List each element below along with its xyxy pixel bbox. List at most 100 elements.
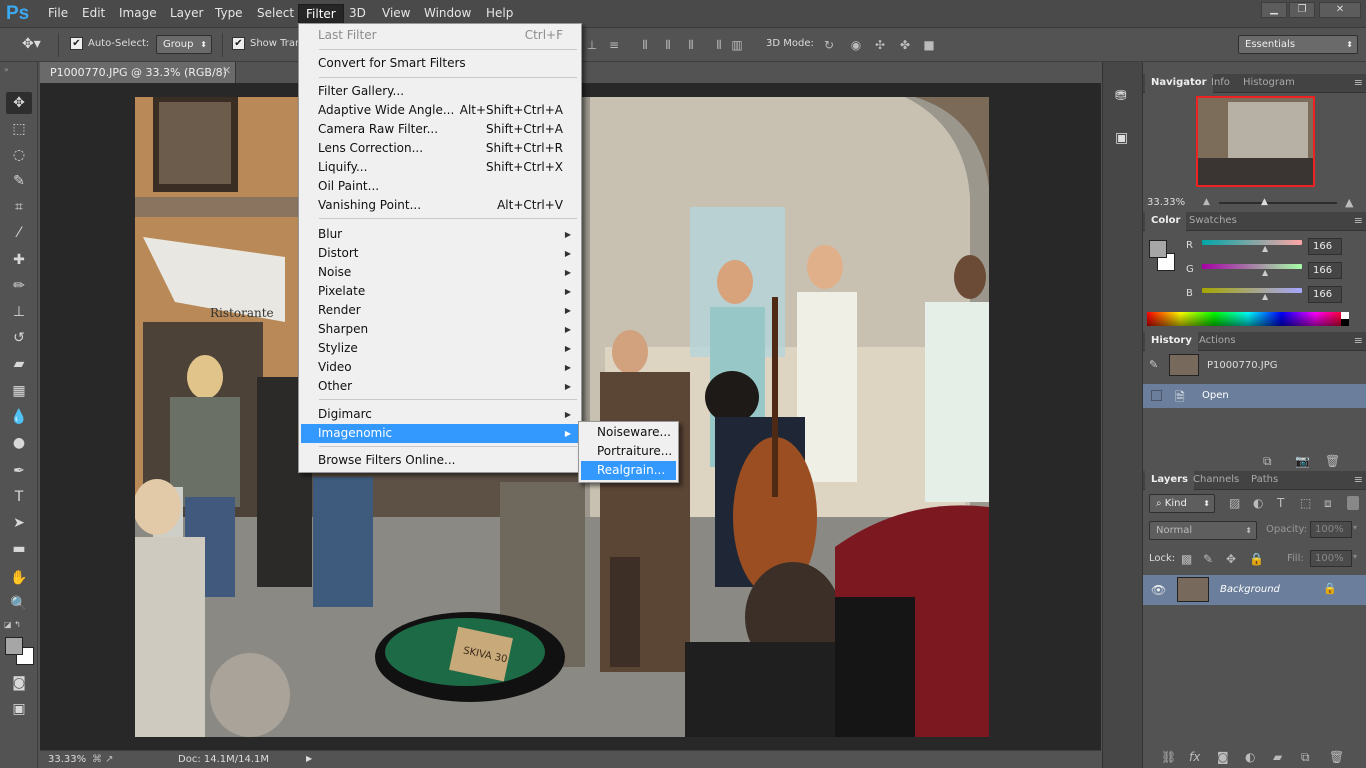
menu-help[interactable]: Help xyxy=(484,6,515,20)
new-snapshot-icon[interactable]: 📷 xyxy=(1295,454,1310,468)
menu-item-imagenomic[interactable]: Imagenomic ▶ xyxy=(301,424,579,443)
tab-history[interactable]: History xyxy=(1145,332,1198,351)
menu-item-digimarc[interactable]: Digimarc ▶ xyxy=(301,405,579,424)
layer-style-icon[interactable]: fx xyxy=(1189,750,1200,764)
menu-window[interactable]: Window xyxy=(422,6,473,20)
move-tool-icon[interactable]: ✥ xyxy=(6,92,32,114)
menu-item-render[interactable]: Render ▶ xyxy=(301,301,579,320)
brush-tool-icon[interactable]: ✏ xyxy=(6,275,32,297)
menu-item-lens-correction[interactable]: Lens Correction... Shift+Ctrl+R xyxy=(301,139,579,158)
menu-item-sharpen[interactable]: Sharpen ▶ xyxy=(301,320,579,339)
history-brush-tool-icon[interactable]: ↺ xyxy=(6,327,32,349)
panel-menu-icon[interactable]: ≡ xyxy=(1354,214,1363,227)
path-selection-tool-icon[interactable]: ➤ xyxy=(6,512,32,534)
menu-item-adaptive-wide-angle[interactable]: Adaptive Wide Angle... Alt+Shift+Ctrl+A xyxy=(301,101,579,120)
crop-tool-icon[interactable]: ⌗ xyxy=(6,196,32,218)
marquee-tool-icon[interactable]: ⬚ xyxy=(6,118,32,140)
3d-panel-icon[interactable]: ⛃ xyxy=(1115,88,1127,104)
menu-item-blur[interactable]: Blur ▶ xyxy=(301,225,579,244)
lock-all-icon[interactable]: 🔒 xyxy=(1249,552,1264,566)
menu-3d[interactable]: 3D xyxy=(347,6,368,20)
add-mask-icon[interactable]: ◙ xyxy=(1217,750,1229,764)
menu-item-camera-raw-filter[interactable]: Camera Raw Filter... Shift+Ctrl+A xyxy=(301,120,579,139)
b-slider-thumb[interactable]: ▲ xyxy=(1262,292,1268,301)
fill-arrow-icon[interactable]: ▾ xyxy=(1353,552,1357,561)
blur-tool-icon[interactable]: 💧 xyxy=(6,406,32,428)
auto-select-dropdown[interactable]: Group ⬍ xyxy=(156,35,212,54)
history-state-checkbox[interactable] xyxy=(1151,390,1162,401)
opacity-arrow-icon[interactable]: ▾ xyxy=(1353,523,1357,532)
panel-menu-icon[interactable]: ≡ xyxy=(1354,334,1363,347)
menu-item-distort[interactable]: Distort ▶ xyxy=(301,244,579,263)
close-document-icon[interactable]: ✕ xyxy=(222,64,231,77)
lock-transparent-icon[interactable]: ▩ xyxy=(1181,552,1192,566)
color-spectrum[interactable] xyxy=(1147,312,1349,326)
history-brush-source-icon[interactable]: ✎ xyxy=(1149,358,1158,371)
tab-actions[interactable]: Actions xyxy=(1193,332,1242,351)
layer-name[interactable]: Background xyxy=(1220,584,1280,595)
new-document-from-state-icon[interactable]: ⧉ xyxy=(1263,454,1272,469)
rotate-3d-icon[interactable]: ↻ xyxy=(822,38,836,52)
g-slider[interactable] xyxy=(1202,264,1302,269)
menu-item-vanishing-point[interactable]: Vanishing Point... Alt+Ctrl+V xyxy=(301,196,579,215)
filter-pixel-icon[interactable]: ▨ xyxy=(1229,496,1240,510)
distribute-center-icon[interactable]: ⫴ xyxy=(661,38,675,52)
filter-type-icon[interactable]: T xyxy=(1277,496,1284,510)
menu-item-filter-gallery[interactable]: Filter Gallery... xyxy=(301,82,579,101)
tab-navigator[interactable]: Navigator xyxy=(1145,74,1213,93)
menu-item-video[interactable]: Video ▶ xyxy=(301,358,579,377)
link-layers-icon[interactable]: ⛓ xyxy=(1161,750,1176,764)
type-tool-icon[interactable]: T xyxy=(6,486,32,508)
scale-3d-icon[interactable]: ■ xyxy=(922,38,936,52)
b-slider[interactable] xyxy=(1202,288,1302,293)
dodge-tool-icon[interactable]: ● xyxy=(6,432,32,454)
tab-color[interactable]: Color xyxy=(1145,212,1187,231)
quick-mask-icon[interactable]: ◙ xyxy=(6,672,32,694)
menu-item-pixelate[interactable]: Pixelate ▶ xyxy=(301,282,579,301)
gradient-tool-icon[interactable]: ▦ xyxy=(6,380,32,402)
hand-tool-icon[interactable]: ✋ xyxy=(6,567,32,589)
tab-histogram[interactable]: Histogram xyxy=(1237,74,1301,93)
g-slider-thumb[interactable]: ▲ xyxy=(1262,268,1268,277)
r-slider[interactable] xyxy=(1202,240,1302,245)
properties-panel-icon[interactable]: ▣ xyxy=(1115,130,1128,146)
default-colors-icon[interactable]: ◪ ↰ xyxy=(4,620,21,629)
history-state-row[interactable]: 🗎 Open xyxy=(1143,384,1366,408)
fill-value[interactable]: 100% xyxy=(1310,550,1352,567)
screen-mode-icon[interactable]: ▣ xyxy=(6,698,32,720)
navigator-thumbnail[interactable] xyxy=(1196,96,1315,187)
filter-toggle-icon[interactable] xyxy=(1347,496,1359,510)
filter-smart-object-icon[interactable]: ⧈ xyxy=(1324,496,1332,511)
navigator-zoom[interactable]: 33.33% xyxy=(1147,197,1185,208)
submenu-item-noiseware[interactable]: Noiseware... xyxy=(581,423,676,442)
zoom-in-icon[interactable]: ▲ xyxy=(1345,196,1353,209)
spectrum-white[interactable] xyxy=(1341,312,1349,319)
menu-item-stylize[interactable]: Stylize ▶ xyxy=(301,339,579,358)
tab-swatches[interactable]: Swatches xyxy=(1183,212,1243,231)
panel-menu-icon[interactable]: ≡ xyxy=(1354,473,1363,486)
eraser-tool-icon[interactable]: ▰ xyxy=(6,353,32,375)
status-options-icon[interactable]: ⌘ ↗ xyxy=(92,754,114,765)
align-bottom-edge-icon[interactable]: ≡ xyxy=(607,38,621,52)
quick-selection-tool-icon[interactable]: ✎ xyxy=(6,170,32,192)
drag-3d-icon[interactable]: ✣ xyxy=(873,38,887,52)
tab-info[interactable]: Info xyxy=(1205,74,1236,93)
new-layer-icon[interactable]: ⧉ xyxy=(1301,750,1310,765)
close-icon[interactable]: ✕ xyxy=(1319,2,1361,18)
filter-adjustment-icon[interactable]: ◐ xyxy=(1253,496,1263,510)
workspace-switcher[interactable]: Essentials ⬍ xyxy=(1238,35,1358,54)
eyedropper-tool-icon[interactable]: ⁄ xyxy=(6,222,32,244)
menu-layer[interactable]: Layer xyxy=(168,6,205,20)
move-tool-preset-icon[interactable]: ✥▾ xyxy=(22,36,41,52)
rectangle-tool-icon[interactable]: ▬ xyxy=(6,538,32,560)
distribute-horizontal-icon[interactable]: ⫴ xyxy=(712,38,726,52)
opacity-value[interactable]: 100% xyxy=(1310,521,1352,538)
minimize-icon[interactable]: ▁ xyxy=(1261,2,1287,18)
foreground-color-swatch[interactable] xyxy=(5,637,23,655)
delete-layer-icon[interactable]: 🗑 xyxy=(1329,750,1344,764)
b-value[interactable]: 166 xyxy=(1308,286,1342,303)
navigator-zoom-slider[interactable] xyxy=(1219,202,1337,204)
submenu-item-portraiture[interactable]: Portraiture... xyxy=(581,442,676,461)
auto-align-icon[interactable]: ▥ xyxy=(730,38,744,52)
menu-type[interactable]: Type xyxy=(213,6,245,20)
